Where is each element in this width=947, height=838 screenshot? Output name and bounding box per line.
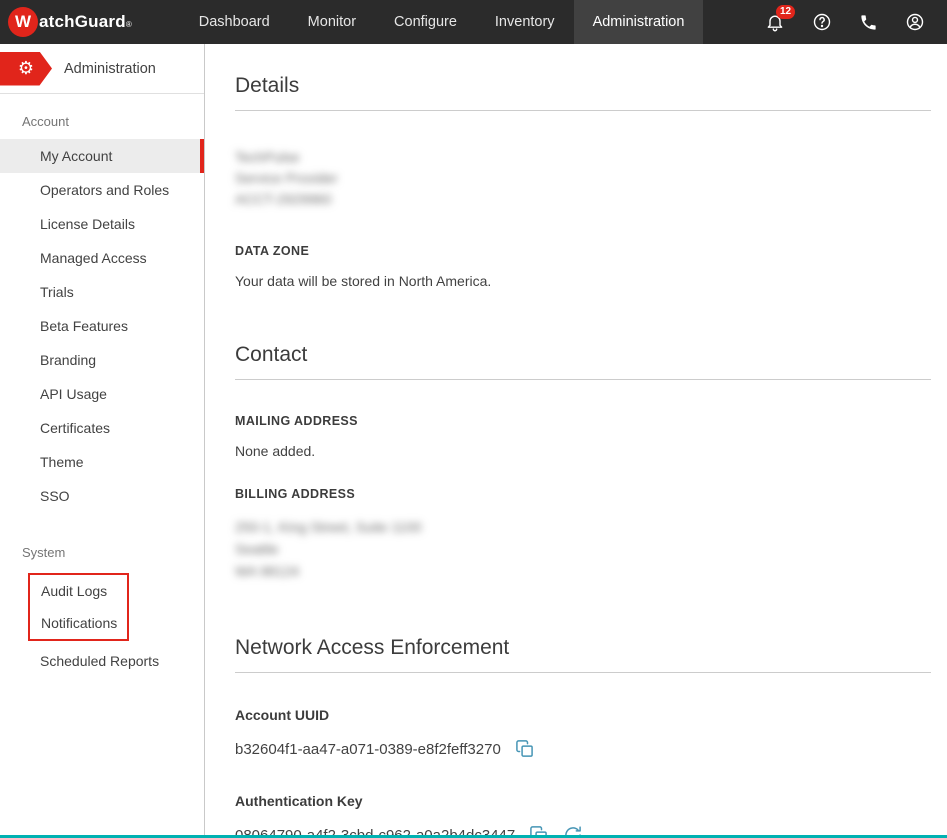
watchguard-logo-icon: W — [8, 7, 38, 37]
topbar-icons: 12 — [765, 0, 947, 44]
sidebar-item-managed-access[interactable]: Managed Access — [0, 241, 204, 275]
mailing-address-value: None added. — [235, 443, 931, 459]
gear-icon: ⚙ — [18, 58, 34, 79]
account-name-redacted: TechPulse — [235, 147, 931, 168]
sidebar-item-trials[interactable]: Trials — [0, 275, 204, 309]
sidebar-item-my-account[interactable]: My Account — [0, 139, 204, 173]
account-id-redacted: ACCT-2929960 — [235, 189, 931, 210]
admin-sidebar: ⚙ Administration Account My Account Oper… — [0, 44, 205, 838]
sidebar-item-sso[interactable]: SSO — [0, 479, 204, 513]
account-uuid-label: Account UUID — [235, 707, 931, 723]
copy-icon — [515, 739, 535, 759]
billing-address-redacted: 250-1, King Street, Suite 1100 Seattle W… — [235, 516, 931, 582]
authentication-key-label: Authentication Key — [235, 793, 931, 809]
nav-dashboard[interactable]: Dashboard — [180, 0, 289, 44]
account-icon — [905, 12, 925, 32]
sidebar-item-branding[interactable]: Branding — [0, 343, 204, 377]
help-icon — [812, 12, 832, 32]
sidebar-header: ⚙ Administration — [0, 44, 204, 94]
notifications-button[interactable]: 12 — [765, 12, 785, 32]
main-nav: Dashboard Monitor Configure Inventory Ad… — [180, 0, 704, 44]
billing-city-redacted: Seattle — [235, 538, 931, 560]
brand-registered-mark: ® — [126, 20, 132, 29]
sidebar-item-scheduled-reports[interactable]: Scheduled Reports — [0, 644, 204, 678]
sidebar-item-license-details[interactable]: License Details — [0, 207, 204, 241]
admin-gear-banner: ⚙ — [0, 52, 52, 86]
network-access-enforcement-heading: Network Access Enforcement — [235, 636, 931, 673]
brand-w: W — [15, 12, 31, 32]
account-uuid-row: b32604f1-aa47-a071-0389-e8f2feff3270 — [235, 739, 931, 759]
page-layout: ⚙ Administration Account My Account Oper… — [0, 44, 947, 838]
help-button[interactable] — [812, 12, 832, 32]
account-summary-redacted: TechPulse Service Provider ACCT-2929960 — [235, 147, 931, 210]
brand-text: atchGuard — [39, 12, 126, 32]
billing-zip-redacted: WA 98124 — [235, 560, 931, 582]
notification-badge: 12 — [776, 5, 795, 19]
billing-address-label: BILLING ADDRESS — [235, 487, 931, 501]
nav-administration[interactable]: Administration — [574, 0, 704, 44]
nav-monitor[interactable]: Monitor — [289, 0, 375, 44]
copy-uuid-button[interactable] — [515, 739, 535, 759]
sidebar-item-certificates[interactable]: Certificates — [0, 411, 204, 445]
account-type-redacted: Service Provider — [235, 168, 931, 189]
data-zone-text: Your data will be stored in North Americ… — [235, 273, 931, 289]
billing-street-redacted: 250-1, King Street, Suite 1100 — [235, 516, 931, 538]
sidebar-item-operators-and-roles[interactable]: Operators and Roles — [0, 173, 204, 207]
contact-heading: Contact — [235, 343, 931, 380]
top-navigation-bar: W atchGuard ® Dashboard Monitor Configur… — [0, 0, 947, 44]
details-heading: Details — [235, 74, 931, 111]
nav-inventory[interactable]: Inventory — [476, 0, 574, 44]
account-menu-button[interactable] — [905, 12, 925, 32]
main-content: Details TechPulse Service Provider ACCT-… — [205, 44, 947, 838]
phone-support-button[interactable] — [859, 13, 878, 32]
sidebar-item-theme[interactable]: Theme — [0, 445, 204, 479]
data-zone-label: DATA ZONE — [235, 244, 931, 258]
red-annotation-box: Audit Logs Notifications — [28, 573, 129, 641]
sidebar-item-api-usage[interactable]: API Usage — [0, 377, 204, 411]
sidebar-title: Administration — [64, 61, 156, 77]
phone-icon — [859, 13, 878, 32]
sidebar-item-audit-logs[interactable]: Audit Logs — [30, 575, 127, 607]
account-uuid-value: b32604f1-aa47-a071-0389-e8f2feff3270 — [235, 741, 501, 758]
sidebar-item-beta-features[interactable]: Beta Features — [0, 309, 204, 343]
mailing-address-label: MAILING ADDRESS — [235, 414, 931, 428]
sidebar-section-account: Account — [0, 94, 204, 139]
sidebar-section-system: System — [0, 513, 204, 570]
nav-configure[interactable]: Configure — [375, 0, 476, 44]
sidebar-item-notifications[interactable]: Notifications — [30, 607, 127, 639]
watchguard-logo[interactable]: W atchGuard ® — [0, 0, 146, 44]
